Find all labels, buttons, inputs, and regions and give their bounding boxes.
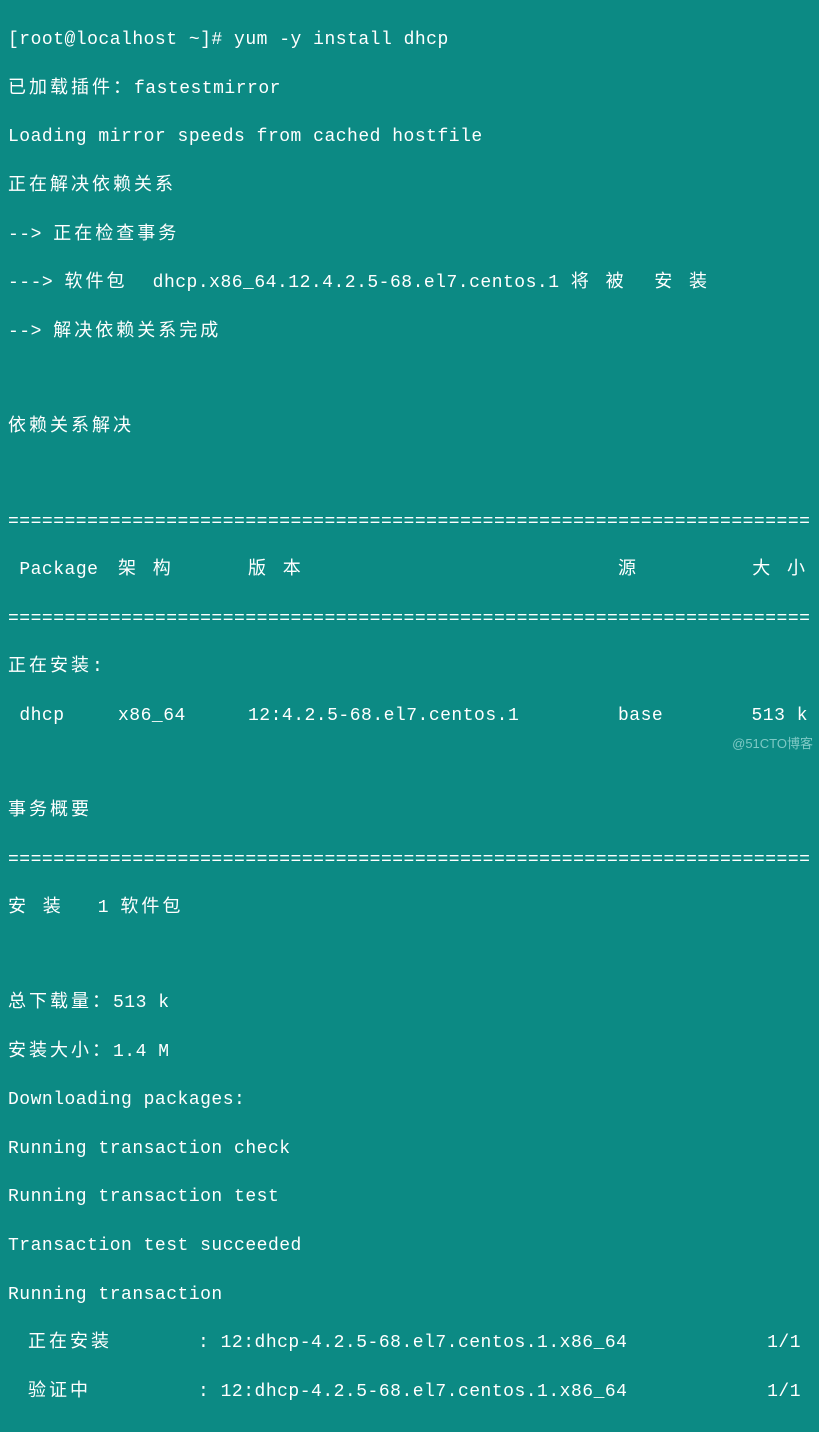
summary-total-download: 总下载量：513 k xyxy=(8,991,811,1015)
divider: ========================================… xyxy=(8,510,811,534)
cell-size: 513 k xyxy=(718,704,808,728)
cell-version: 12:4.2.5-68.el7.centos.1 xyxy=(248,704,618,728)
table-row: dhcp x86_64 12:4.2.5-68.el7.centos.1 bas… xyxy=(8,704,811,728)
line-trans-test: Running transaction test xyxy=(8,1185,811,1209)
line-loaded-plugins: 已加载插件：fastestmirror xyxy=(8,77,811,101)
trans-verifying-row: 验证中 : 12:dhcp-4.2.5-68.el7.centos.1.x86_… xyxy=(8,1380,811,1404)
trans-count: 1/1 xyxy=(741,1331,811,1355)
col-package: Package xyxy=(8,558,118,582)
col-repo: 源 xyxy=(618,558,718,582)
terminal-output: [root@localhost ~]# yum -y install dhcp … xyxy=(0,0,819,1432)
col-size: 大 小 xyxy=(718,558,808,582)
line-running-trans: Running transaction xyxy=(8,1283,811,1307)
watermark: @51CTO博客 xyxy=(732,735,813,753)
cell-arch: x86_64 xyxy=(118,704,248,728)
trans-count: 1/1 xyxy=(741,1380,811,1404)
summary-install-count: 安 装 1 软件包 xyxy=(8,896,811,920)
command-text: yum -y install dhcp xyxy=(234,30,449,50)
prompt-user-host: [root@localhost ~]# xyxy=(8,30,223,50)
line-loading-mirror: Loading mirror speeds from cached hostfi… xyxy=(8,125,811,149)
line-trans-succeeded: Transaction test succeeded xyxy=(8,1234,811,1258)
line-deps-done: --> 解决依赖关系完成 xyxy=(8,320,811,344)
trans-pkg: 12:dhcp-4.2.5-68.el7.centos.1.x86_64 xyxy=(221,1331,741,1355)
trans-verifying-label: 验证中 xyxy=(8,1380,198,1404)
trans-installing-label: 正在安装 xyxy=(8,1331,198,1355)
trans-installing-row: 正在安装 : 12:dhcp-4.2.5-68.el7.centos.1.x86… xyxy=(8,1331,811,1355)
col-arch: 架 构 xyxy=(118,558,248,582)
divider: ========================================… xyxy=(8,607,811,631)
prompt-line[interactable]: [root@localhost ~]# yum -y install dhcp xyxy=(8,28,811,52)
table-header: Package 架 构 版 本 源 大 小 xyxy=(8,558,811,582)
installing-label: 正在安装: xyxy=(8,655,811,679)
trans-sep: : xyxy=(198,1331,221,1355)
line-check-trans: --> 正在检查事务 xyxy=(8,223,811,247)
deps-resolved-heading: 依赖关系解决 xyxy=(8,415,811,439)
col-version: 版 本 xyxy=(248,558,618,582)
line-pkg-found: ---> 软件包 dhcp.x86_64.12.4.2.5-68.el7.cen… xyxy=(8,271,811,295)
line-downloading: Downloading packages: xyxy=(8,1088,811,1112)
trans-sep: : xyxy=(198,1380,221,1404)
cell-name: dhcp xyxy=(8,704,118,728)
cell-repo: base xyxy=(618,704,718,728)
trans-pkg: 12:dhcp-4.2.5-68.el7.centos.1.x86_64 xyxy=(221,1380,741,1404)
summary-install-size: 安装大小：1.4 M xyxy=(8,1040,811,1064)
line-trans-check: Running transaction check xyxy=(8,1137,811,1161)
divider: ========================================… xyxy=(8,848,811,872)
transaction-summary-heading: 事务概要 xyxy=(8,799,811,823)
line-resolving-deps: 正在解决依赖关系 xyxy=(8,174,811,198)
